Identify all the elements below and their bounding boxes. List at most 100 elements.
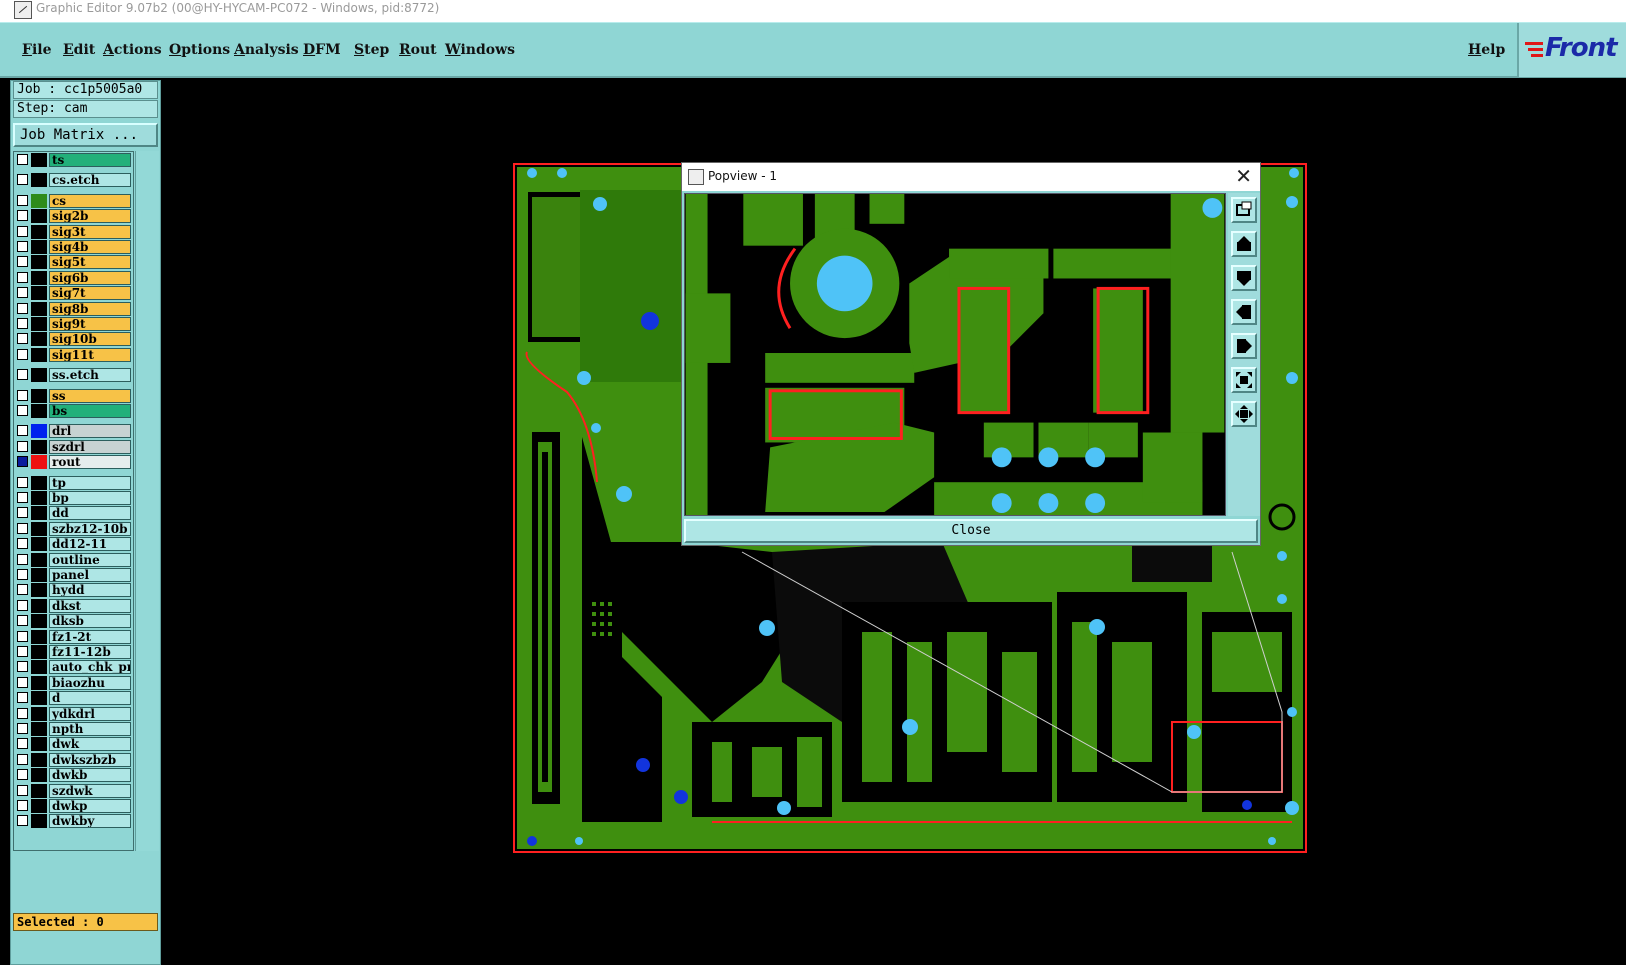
layer-row-sig2b[interactable]: sig2b — [15, 209, 131, 224]
layer-row-sig7t[interactable]: sig7t — [15, 286, 131, 301]
layer-row-sig5t[interactable]: sig5t — [15, 255, 131, 270]
layer-color-swatch[interactable] — [31, 521, 47, 536]
layer-checkbox[interactable] — [17, 522, 28, 534]
layer-color-swatch[interactable] — [31, 722, 47, 736]
pan-right-icon[interactable] — [1231, 333, 1257, 359]
menu-options[interactable]: Options — [169, 42, 230, 58]
layer-name[interactable]: panel — [49, 568, 131, 582]
layer-row-dd[interactable]: dd — [15, 506, 131, 521]
menu-edit[interactable]: Edit — [63, 42, 95, 58]
layer-color-swatch[interactable] — [31, 783, 47, 798]
layer-name[interactable]: sig5t — [49, 255, 131, 270]
layer-checkbox[interactable] — [17, 369, 28, 381]
layer-row-dd12-11[interactable]: dd12-11 — [15, 537, 131, 552]
layer-row-dkst[interactable]: dkst — [15, 598, 131, 613]
layer-name[interactable]: d — [49, 691, 131, 706]
layer-row-fz1-2t[interactable]: fz1-2t — [15, 629, 131, 644]
layer-checkbox[interactable] — [17, 405, 28, 416]
layer-checkbox[interactable] — [17, 318, 28, 329]
layer-row-bs[interactable]: bs — [15, 404, 131, 418]
zoom-fit-icon[interactable] — [1231, 197, 1257, 223]
layer-name[interactable]: sig9t — [49, 317, 131, 331]
menu-actions[interactable]: Actions — [103, 42, 162, 58]
layer-checkbox[interactable] — [17, 302, 28, 314]
layer-checkbox[interactable] — [17, 194, 28, 206]
menu-step[interactable]: Step — [354, 42, 389, 58]
layer-checkbox[interactable] — [17, 800, 28, 811]
layer-row-sig10b[interactable]: sig10b — [15, 332, 131, 347]
layer-row-dksb[interactable]: dksb — [15, 614, 131, 629]
layer-name[interactable]: sig4b — [49, 240, 131, 254]
layer-color-swatch[interactable] — [31, 286, 47, 301]
layer-color-swatch[interactable] — [31, 598, 47, 613]
layer-checkbox[interactable] — [17, 784, 28, 796]
layer-checkbox[interactable] — [17, 271, 28, 283]
layer-color-swatch[interactable] — [31, 388, 47, 403]
layer-row-sig4b[interactable]: sig4b — [15, 240, 131, 254]
layer-row-dwk[interactable]: dwk — [15, 737, 131, 752]
layer-name[interactable]: hydd — [49, 583, 131, 598]
layer-row-bp[interactable]: bp — [15, 491, 131, 505]
layer-color-swatch[interactable] — [31, 552, 47, 567]
layer-checkbox[interactable] — [17, 348, 28, 360]
layer-checkbox[interactable] — [17, 456, 28, 468]
layer-checkbox[interactable] — [17, 256, 28, 268]
layer-checkbox[interactable] — [17, 333, 28, 345]
layer-color-swatch[interactable] — [31, 737, 47, 752]
layer-row-tp[interactable]: tp — [15, 475, 131, 490]
layer-name[interactable]: sig11t — [49, 347, 131, 362]
layer-checkbox[interactable] — [17, 769, 28, 781]
pan-left-icon[interactable] — [1231, 299, 1257, 325]
layer-checkbox[interactable] — [17, 599, 28, 611]
layer-color-swatch[interactable] — [31, 752, 47, 767]
layer-checkbox[interactable] — [17, 584, 28, 596]
layer-row-sig6b[interactable]: sig6b — [15, 270, 131, 285]
layer-color-swatch[interactable] — [31, 814, 47, 829]
layer-color-swatch[interactable] — [31, 568, 47, 582]
layer-name[interactable]: dwk — [49, 737, 131, 752]
layer-checkbox[interactable] — [17, 692, 28, 704]
layer-name[interactable]: dwkp — [49, 799, 131, 813]
layer-name[interactable]: sig2b — [49, 209, 131, 224]
layer-name[interactable]: dwkb — [49, 768, 131, 783]
layer-row-ss.etch[interactable]: ss.etch — [15, 368, 131, 383]
layer-color-swatch[interactable] — [31, 332, 47, 347]
layer-name[interactable]: cs — [49, 193, 131, 208]
layer-row-dwkp[interactable]: dwkp — [15, 799, 131, 813]
layer-name[interactable]: sig10b — [49, 332, 131, 347]
layer-color-swatch[interactable] — [31, 629, 47, 644]
layer-row-ydkdrl[interactable]: ydkdrl — [15, 706, 131, 721]
layer-checkbox[interactable] — [17, 241, 28, 252]
layer-row-biaozhu[interactable]: biaozhu — [15, 675, 131, 690]
layer-color-swatch[interactable] — [31, 583, 47, 598]
layer-checkbox[interactable] — [17, 707, 28, 719]
layer-color-swatch[interactable] — [31, 768, 47, 783]
layer-row-cs[interactable]: cs — [15, 193, 131, 208]
layer-row-dwkszbzb[interactable]: dwkszbzb — [15, 752, 131, 767]
zoom-in-icon[interactable] — [1231, 401, 1257, 427]
layer-checkbox[interactable] — [17, 646, 28, 657]
layer-color-swatch[interactable] — [31, 153, 47, 167]
layer-name[interactable]: dd12-11 — [49, 537, 131, 552]
layer-name[interactable]: rout — [49, 455, 131, 470]
layer-name[interactable]: biaozhu — [49, 675, 131, 690]
layer-checkbox[interactable] — [17, 492, 28, 503]
close-icon[interactable]: ✕ — [1235, 165, 1252, 187]
zoom-out-icon[interactable] — [1231, 367, 1257, 393]
layer-row-d[interactable]: d — [15, 691, 131, 706]
layer-color-swatch[interactable] — [31, 645, 47, 659]
layer-color-swatch[interactable] — [31, 404, 47, 418]
layer-row-hydd[interactable]: hydd — [15, 583, 131, 598]
layer-color-swatch[interactable] — [31, 706, 47, 721]
layer-color-swatch[interactable] — [31, 491, 47, 505]
layer-color-swatch[interactable] — [31, 424, 47, 439]
layer-checkbox[interactable] — [17, 661, 28, 673]
layer-row-sig9t[interactable]: sig9t — [15, 317, 131, 331]
layer-row-szdrl[interactable]: szdrl — [15, 439, 131, 454]
layer-color-swatch[interactable] — [31, 255, 47, 270]
menu-dfm[interactable]: DFM — [303, 42, 341, 58]
layer-name[interactable]: dwkszbzb — [49, 752, 131, 767]
layer-name[interactable]: fz1-2t — [49, 629, 131, 644]
layer-name[interactable]: sig3t — [49, 224, 131, 239]
layer-color-swatch[interactable] — [31, 475, 47, 490]
